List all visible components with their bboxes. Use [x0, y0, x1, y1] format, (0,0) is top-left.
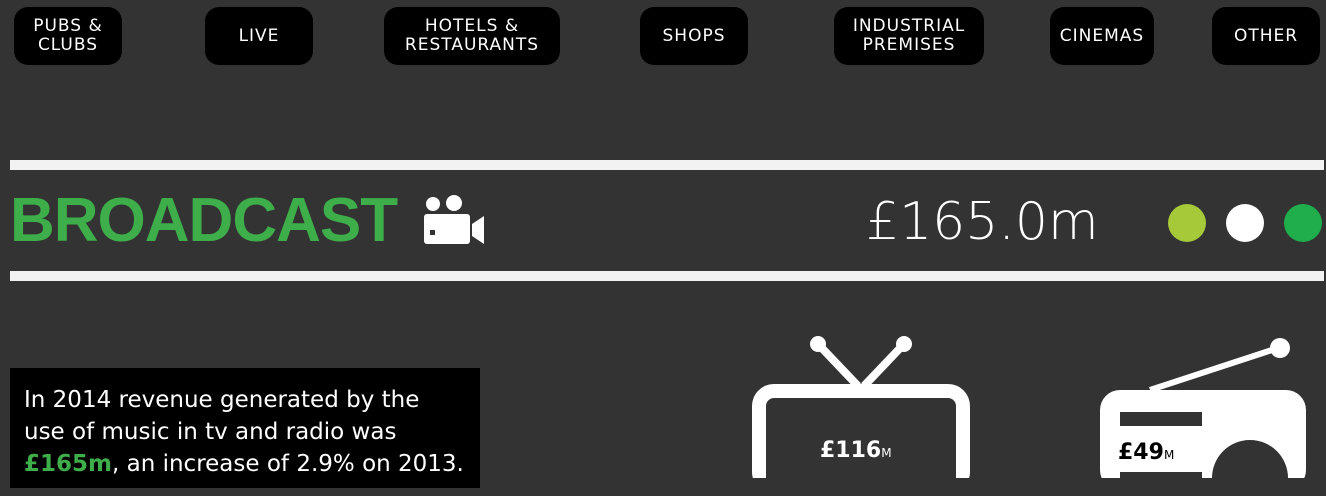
- status-dot-green: [1284, 204, 1322, 242]
- status-dot-lime: [1168, 204, 1206, 242]
- nav-label: LIVE: [238, 25, 280, 46]
- status-dot-white: [1226, 204, 1264, 242]
- divider-bottom: [10, 271, 1324, 281]
- nav-industrial-premises[interactable]: INDUSTRIAL PREMISES: [834, 7, 984, 65]
- nav-label: INDUSTRIAL PREMISES: [852, 16, 966, 55]
- section-amount: £165.0m: [866, 192, 1099, 252]
- nav-label: SHOPS: [662, 25, 726, 46]
- summary-highlight: £165m: [24, 451, 112, 477]
- nav-label: CINEMAS: [1059, 25, 1145, 46]
- tv-value: £116M: [820, 438, 893, 463]
- summary-text: In 2014 revenue generated by the use of …: [24, 387, 464, 477]
- camera-icon: [424, 195, 484, 244]
- nav-label: HOTELS & RESTAURANTS: [404, 16, 540, 55]
- nav-hotels-restaurants[interactable]: HOTELS & RESTAURANTS: [384, 7, 560, 65]
- nav-other[interactable]: OTHER: [1212, 7, 1320, 65]
- nav-shops[interactable]: SHOPS: [640, 7, 748, 65]
- nav-label: PUBS & CLUBS: [33, 16, 103, 55]
- section-title: BROADCAST: [10, 186, 398, 255]
- nav-pubs-clubs[interactable]: PUBS & CLUBS: [14, 7, 122, 65]
- nav-label: OTHER: [1233, 25, 1299, 46]
- radio-value: £49M: [1118, 440, 1176, 465]
- nav-live[interactable]: LIVE: [205, 7, 313, 65]
- divider-top: [10, 160, 1324, 170]
- nav-cinemas[interactable]: CINEMAS: [1050, 7, 1154, 65]
- summary-box: In 2014 revenue generated by the use of …: [10, 368, 480, 488]
